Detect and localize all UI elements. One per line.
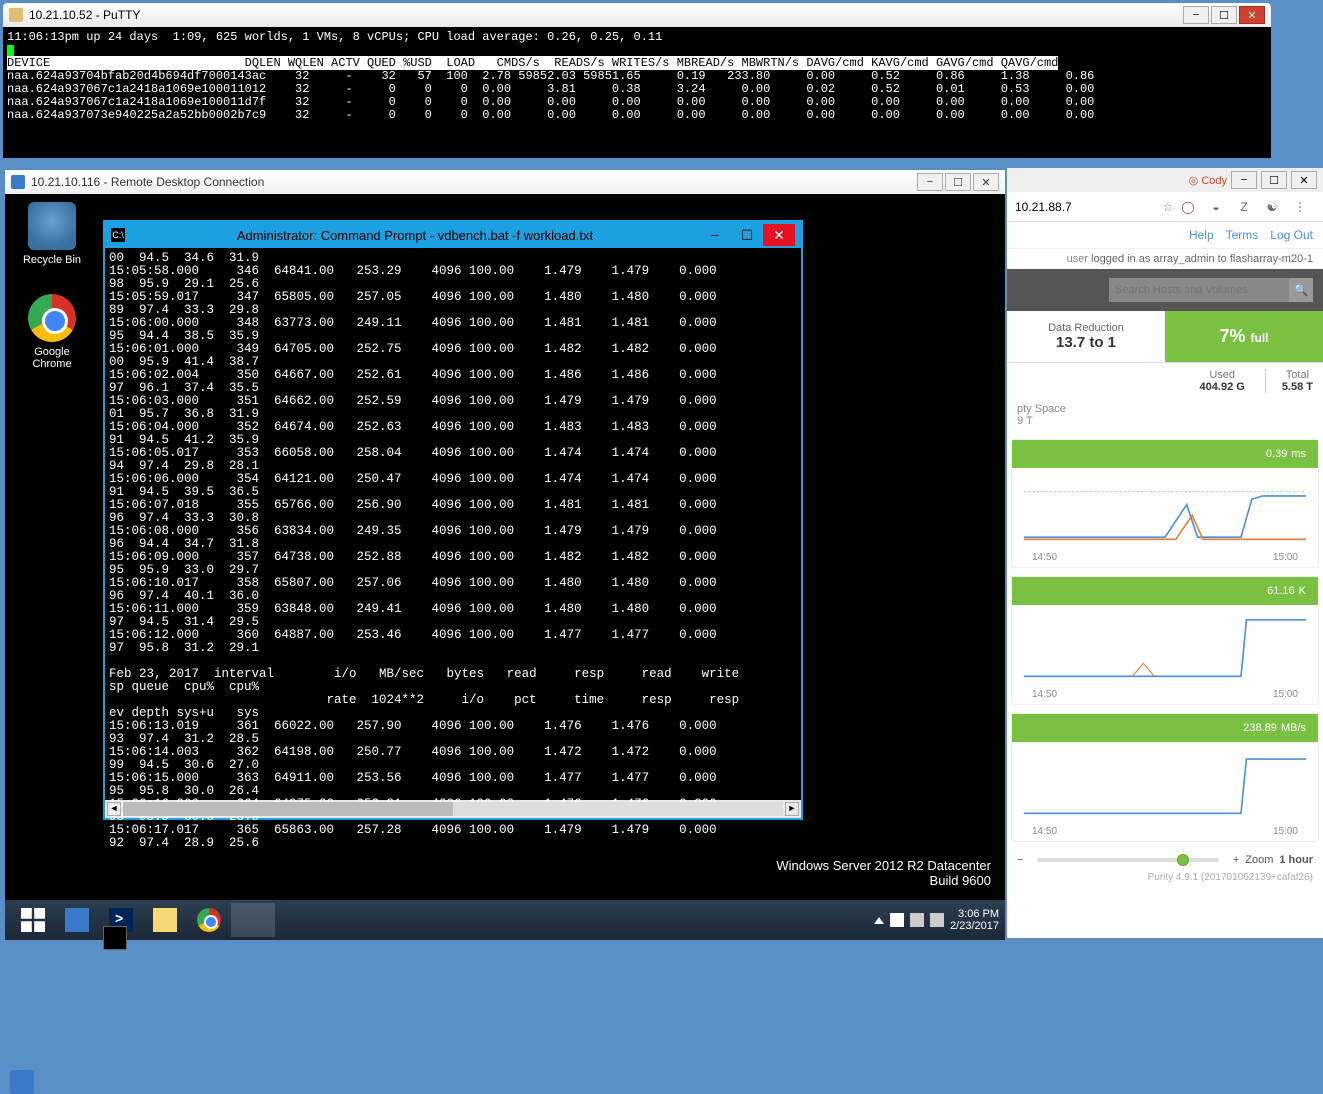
search-row: 🔍 bbox=[1007, 269, 1323, 311]
empty-space: pty Space 9 T bbox=[1007, 399, 1323, 431]
ext2-icon[interactable]: Z bbox=[1235, 198, 1253, 216]
maximize-button[interactable]: ☐ bbox=[945, 173, 971, 191]
ext3-icon[interactable]: ☯ bbox=[1263, 198, 1281, 216]
cmd-window: C:\ Administrator: Command Prompt - vdbe… bbox=[103, 220, 803, 820]
minimize-button[interactable]: − bbox=[699, 224, 731, 246]
minimize-button[interactable]: − bbox=[917, 173, 943, 191]
menu-icon[interactable]: ⋮ bbox=[1291, 198, 1309, 216]
maximize-button[interactable]: ☐ bbox=[1211, 6, 1237, 24]
minimize-button[interactable]: − bbox=[1231, 171, 1257, 189]
rdp-title: 10.21.10.116 - Remote Desktop Connection bbox=[31, 175, 264, 189]
rdp-icon bbox=[11, 175, 25, 189]
browser-window: ◎ Cody − ☐ ✕ 10.21.88.7 ☆ ◯ ◒ Z ☯ ⋮ Help… bbox=[1007, 168, 1323, 938]
minimize-button[interactable]: − bbox=[1183, 6, 1209, 24]
opera-icon[interactable]: ◯ bbox=[1179, 198, 1197, 216]
logout-link[interactable]: Log Out bbox=[1270, 228, 1313, 242]
ext1-icon[interactable]: ◒ bbox=[1207, 198, 1225, 216]
metric-iops: 61.16K 14:5015:00 bbox=[1011, 576, 1319, 705]
terms-link[interactable]: Terms bbox=[1226, 228, 1259, 242]
rdp-window: 10.21.10.116 - Remote Desktop Connection… bbox=[5, 170, 1005, 940]
cody-indicator: ◎ Cody bbox=[1189, 174, 1227, 187]
metric-bandwidth: 238.89MB/s 14:5015:00 bbox=[1011, 713, 1319, 842]
search-input[interactable] bbox=[1109, 278, 1289, 302]
putty-icon bbox=[9, 8, 23, 22]
storage-summary: Data Reduction 13.7 to 1 7% full bbox=[1007, 311, 1323, 363]
cmd-output[interactable]: 00 94.5 34.6 31.9 15:05:58.000 346 64841… bbox=[105, 248, 801, 800]
close-button[interactable]: ✕ bbox=[1291, 171, 1317, 189]
search-icon[interactable]: 🔍 bbox=[1289, 278, 1313, 302]
putty-window: 10.21.10.52 - PuTTY − ☐ ✕ 11:06:13pm up … bbox=[3, 3, 1271, 158]
close-button[interactable]: ✕ bbox=[973, 173, 999, 191]
help-link[interactable]: Help bbox=[1189, 228, 1214, 242]
watermark: Windows Server 2012 R2 Datacenter Build … bbox=[776, 858, 991, 888]
cmd-title: Administrator: Command Prompt - vdbench.… bbox=[131, 228, 699, 243]
putty-title: 10.21.10.52 - PuTTY bbox=[29, 8, 140, 22]
close-button[interactable]: ✕ bbox=[763, 224, 795, 246]
remote-desktop: Recycle Bin Google Chrome C:\ Administra… bbox=[5, 194, 1005, 940]
cmd-titlebar[interactable]: C:\ Administrator: Command Prompt - vdbe… bbox=[105, 222, 801, 248]
taskbar: 3:06 PM 2/23/2017 bbox=[5, 900, 1005, 940]
capacity-full: 7% full bbox=[1165, 311, 1323, 362]
close-button[interactable]: ✕ bbox=[1239, 6, 1265, 24]
server-manager-button[interactable] bbox=[55, 903, 99, 937]
system-tray[interactable]: 3:06 PM 2/23/2017 bbox=[874, 908, 999, 932]
file-explorer-button[interactable] bbox=[143, 903, 187, 937]
chrome-taskbar-button[interactable] bbox=[187, 903, 231, 937]
tray-expand-icon[interactable] bbox=[874, 917, 884, 924]
scroll-right-icon[interactable]: ► bbox=[785, 802, 799, 816]
putty-titlebar[interactable]: 10.21.10.52 - PuTTY − ☐ ✕ bbox=[3, 3, 1271, 27]
zoom-control[interactable]: − + Zoom 1 hour bbox=[1007, 850, 1323, 870]
start-button[interactable] bbox=[11, 903, 55, 937]
browser-titlebar[interactable]: ◎ Cody − ☐ ✕ bbox=[1007, 168, 1323, 192]
used-total: Used404.92 G Total5.58 T bbox=[1007, 363, 1323, 399]
chrome-icon[interactable]: Google Chrome bbox=[17, 294, 87, 370]
url: 10.21.88.7 bbox=[1015, 200, 1072, 214]
network-icon[interactable] bbox=[910, 913, 924, 927]
maximize-button[interactable]: ☐ bbox=[731, 224, 763, 246]
rdp-titlebar[interactable]: 10.21.10.116 - Remote Desktop Connection… bbox=[5, 170, 1005, 194]
rdp-taskbar-button[interactable] bbox=[275, 903, 319, 937]
clipboard-icon[interactable] bbox=[930, 913, 944, 927]
action-center-icon[interactable] bbox=[890, 913, 904, 927]
cmd-icon: C:\ bbox=[111, 228, 125, 242]
cmd-scrollbar[interactable]: ◄ ► bbox=[105, 800, 801, 818]
cmd-taskbar-button[interactable] bbox=[231, 903, 275, 937]
scroll-left-icon[interactable]: ◄ bbox=[107, 802, 121, 816]
clock[interactable]: 3:06 PM 2/23/2017 bbox=[950, 908, 999, 932]
maximize-button[interactable]: ☐ bbox=[1261, 171, 1287, 189]
login-status: user logged in as array_admin to flashar… bbox=[1007, 249, 1323, 269]
bookmark-icon[interactable]: ☆ bbox=[1162, 200, 1173, 214]
page-header-links: Help Terms Log Out bbox=[1007, 222, 1323, 249]
recycle-bin-icon[interactable]: Recycle Bin bbox=[17, 202, 87, 266]
purity-version: Purity 4.9.1 (201701062139+cafaf26) bbox=[1007, 870, 1323, 885]
metric-latency: 0.39ms 14:5015:00 bbox=[1011, 439, 1319, 568]
putty-terminal[interactable]: 11:06:13pm up 24 days 1:09, 625 worlds, … bbox=[3, 27, 1271, 126]
address-bar[interactable]: 10.21.88.7 ☆ ◯ ◒ Z ☯ ⋮ bbox=[1007, 192, 1323, 222]
